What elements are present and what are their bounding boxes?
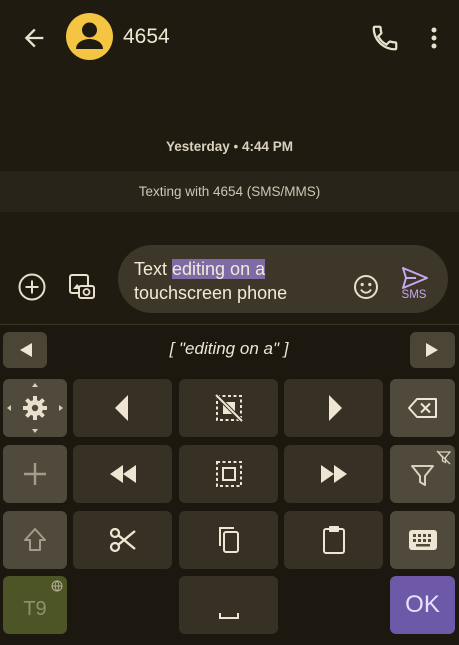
contact-name: 4654 xyxy=(123,25,170,48)
gear-dpad-icon xyxy=(7,383,63,433)
message-text-after: touchscreen phone xyxy=(134,283,288,303)
texting-banner: Texting with 4654 (SMS/MMS) xyxy=(0,171,459,212)
emoji-button[interactable] xyxy=(352,273,380,301)
fast-forward-icon xyxy=(320,465,347,483)
gallery-camera-icon xyxy=(69,274,95,299)
clipboard-icon xyxy=(322,526,345,554)
plus-icon xyxy=(24,463,46,485)
suggestion-next-button[interactable] xyxy=(410,332,455,368)
space-key[interactable] xyxy=(179,576,278,634)
copy-key[interactable] xyxy=(179,511,278,569)
phone-icon xyxy=(372,25,398,51)
send-icon xyxy=(402,267,428,289)
gallery-button[interactable] xyxy=(66,271,98,303)
emoji-icon xyxy=(354,275,378,299)
deselect-icon xyxy=(214,393,243,423)
back-button[interactable] xyxy=(20,24,48,52)
deselect-key[interactable] xyxy=(179,379,278,437)
scissors-icon xyxy=(109,527,136,553)
t9-label: T9 xyxy=(23,597,47,620)
triangle-left-icon xyxy=(20,343,32,357)
suggestion-prev-button[interactable] xyxy=(3,332,47,368)
triangle-right-icon xyxy=(328,395,342,421)
cut-key[interactable] xyxy=(73,511,172,569)
shift-key[interactable] xyxy=(3,511,67,569)
add-attachment-button[interactable] xyxy=(16,271,48,303)
copy-icon xyxy=(218,527,239,553)
filter-icon xyxy=(411,450,452,486)
paste-key[interactable] xyxy=(284,511,383,569)
select-all-icon xyxy=(215,461,242,487)
send-sms-button[interactable]: SMS xyxy=(396,265,432,305)
call-button[interactable] xyxy=(370,23,400,53)
shift-arrow-icon xyxy=(24,528,46,551)
timestamp-day: Yesterday xyxy=(165,139,230,154)
add-circle-icon xyxy=(18,273,46,301)
person-icon xyxy=(76,22,103,49)
send-label: SMS xyxy=(401,289,427,301)
keyboard-icon xyxy=(408,530,437,550)
backspace-icon xyxy=(407,398,437,418)
arrow-left-icon xyxy=(24,28,44,48)
message-composer[interactable]: Text editing on a touchscreen phone SMS xyxy=(118,245,448,313)
message-timestamp: Yesterday • 4:44 PM xyxy=(0,139,459,154)
timestamp-separator: • xyxy=(229,139,242,154)
backspace-key[interactable] xyxy=(390,379,455,437)
space-icon xyxy=(218,613,239,619)
avatar[interactable] xyxy=(66,13,113,60)
message-text-before: Text xyxy=(134,259,173,279)
add-key[interactable] xyxy=(3,445,67,503)
more-vert-icon xyxy=(431,27,437,49)
triangle-left-icon xyxy=(114,395,128,421)
timestamp-time: 4:44 PM xyxy=(242,139,294,154)
filter-key[interactable] xyxy=(390,445,455,503)
globe-icon xyxy=(51,580,63,592)
t9-mode-key[interactable]: T9 xyxy=(3,576,67,634)
keyboard-switch-key[interactable] xyxy=(390,511,455,569)
ok-key[interactable]: OK xyxy=(390,576,455,634)
triangle-right-icon xyxy=(426,343,438,357)
word-left-key[interactable] xyxy=(73,445,172,503)
settings-key[interactable] xyxy=(3,379,67,437)
word-right-key[interactable] xyxy=(284,445,383,503)
rewind-icon xyxy=(109,465,136,483)
message-input[interactable]: Text editing on a touchscreen phone xyxy=(134,257,364,305)
cursor-left-key[interactable] xyxy=(73,379,172,437)
select-all-key[interactable] xyxy=(179,445,278,503)
suggestion-text[interactable]: [ "editing on a" ] xyxy=(56,339,402,359)
more-options-button[interactable] xyxy=(420,23,448,53)
cursor-right-key[interactable] xyxy=(284,379,383,437)
ok-label: OK xyxy=(405,591,440,618)
message-text-selected: editing on a xyxy=(172,259,266,279)
